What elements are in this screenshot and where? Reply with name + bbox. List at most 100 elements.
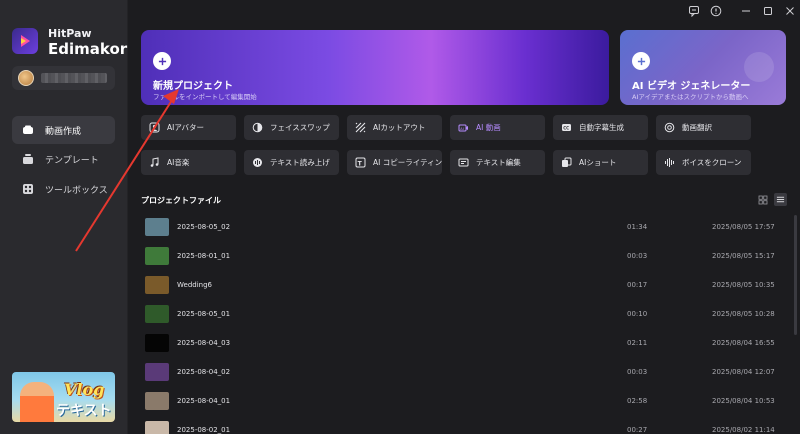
- tool-label: AIカットアウト: [373, 123, 426, 132]
- plus-icon: [632, 52, 650, 70]
- ai-video-icon: AI: [458, 124, 468, 132]
- new-project-title: 新規プロジェクト: [153, 81, 233, 92]
- table-row[interactable]: 2025-08-04_03 02:11 2025/08/04 16:55: [141, 331, 791, 355]
- ai-video-generator-card[interactable]: AI ビデオ ジェネレーター AIアイデアまたはスクリプトから動画へ: [620, 30, 786, 105]
- project-duration: 00:27: [627, 426, 648, 434]
- tool-label: AIショート: [579, 158, 617, 167]
- project-files-heading: プロジェクトファイル: [141, 196, 221, 205]
- project-duration: 00:03: [627, 252, 648, 260]
- svg-text:CC: CC: [563, 125, 569, 130]
- project-thumbnail: [145, 363, 169, 381]
- sidebar: HitPaw Edimakor 動画作成 テンプレート ツールボックス Vlog…: [0, 0, 128, 434]
- brand-name-main: Edimakor: [48, 40, 128, 58]
- project-thumbnail: [145, 305, 169, 323]
- new-project-subtitle: ファイルをインポートして編集開始: [153, 93, 257, 101]
- close-icon[interactable]: [784, 5, 796, 17]
- tool-video-translate[interactable]: 動画翻訳: [656, 115, 751, 140]
- tool-label: ボイスをクローン: [682, 158, 742, 167]
- project-thumbnail: [145, 334, 169, 352]
- face-swap-icon: [252, 122, 263, 133]
- tool-ai-cutout[interactable]: AIカットアウト: [347, 115, 442, 140]
- tool-label: 動画翻訳: [682, 123, 712, 132]
- vlog-text-banner[interactable]: Vlog テキスト: [12, 372, 115, 422]
- tool-text-to-speech[interactable]: テキスト読み上げ: [244, 150, 339, 175]
- svg-text:T: T: [358, 160, 363, 167]
- shorts-icon: [562, 157, 572, 167]
- tts-icon: [253, 158, 262, 167]
- sidebar-item-label: 動画作成: [45, 126, 82, 137]
- project-duration: 00:17: [627, 281, 648, 289]
- toolbox-icon: [23, 184, 33, 194]
- new-project-card[interactable]: 新規プロジェクト ファイルをインポートして編集開始: [141, 30, 609, 105]
- project-duration: 02:58: [627, 397, 648, 405]
- tool-ai-music[interactable]: AI音楽: [141, 150, 236, 175]
- cc-icon: CC: [562, 124, 571, 131]
- list-view-button[interactable]: [774, 193, 787, 206]
- sidebar-item-toolbox[interactable]: ツールボックス: [12, 175, 115, 203]
- feedback-icon[interactable]: [688, 5, 700, 17]
- banner-person-image: [20, 382, 54, 422]
- project-modified-date: 2025/08/05 10:35: [712, 281, 775, 289]
- project-name: Wedding6: [177, 281, 212, 289]
- tool-label: フェイススワップ: [270, 123, 330, 132]
- project-modified-date: 2025/08/05 10:28: [712, 310, 775, 318]
- tool-auto-subtitle[interactable]: CC 自動字幕生成: [553, 115, 648, 140]
- cutout-icon: [355, 122, 366, 133]
- tool-text-edit[interactable]: テキスト編集: [450, 150, 545, 175]
- table-row[interactable]: 2025-08-05_01 00:10 2025/08/05 10:28: [141, 302, 791, 326]
- project-duration: 00:10: [627, 310, 648, 318]
- grid-view-icon[interactable]: [758, 195, 768, 205]
- info-icon[interactable]: [710, 5, 722, 17]
- banner-title: Vlog: [64, 380, 105, 399]
- music-icon: [150, 157, 159, 167]
- project-name: 2025-08-01_01: [177, 252, 231, 260]
- svg-text:AI: AI: [460, 127, 463, 131]
- project-duration: 01:34: [627, 223, 648, 231]
- tool-label: AIアバター: [167, 123, 205, 132]
- minimize-icon[interactable]: [740, 5, 752, 17]
- tool-voice-clone[interactable]: ボイスをクローン: [656, 150, 751, 175]
- project-modified-date: 2025/08/04 10:53: [712, 397, 775, 405]
- tool-label: 自動字幕生成: [579, 123, 624, 132]
- tool-label: テキスト読み上げ: [270, 158, 330, 167]
- project-modified-date: 2025/08/04 16:55: [712, 339, 775, 347]
- table-row[interactable]: 2025-08-02_01 00:27 2025/08/02 11:14: [141, 418, 791, 434]
- tool-label: テキスト編集: [476, 158, 521, 167]
- play-logo-icon: [21, 35, 30, 47]
- username-redacted: [41, 73, 107, 83]
- project-name: 2025-08-04_01: [177, 397, 231, 405]
- sidebar-item-template[interactable]: テンプレート: [12, 145, 115, 173]
- tool-ai-copywriting[interactable]: T AI コピーライティング: [347, 150, 442, 175]
- project-name: 2025-08-02_01: [177, 426, 231, 434]
- project-duration: 00:03: [627, 368, 648, 376]
- project-modified-date: 2025/08/05 15:17: [712, 252, 775, 260]
- ai-video-subtitle: AIアイデアまたはスクリプトから動画へ: [632, 93, 749, 101]
- sidebar-item-video-create[interactable]: 動画作成: [12, 116, 115, 144]
- template-icon: [23, 154, 33, 164]
- project-name: 2025-08-04_02: [177, 368, 231, 376]
- table-row[interactable]: 2025-08-04_01 02:58 2025/08/04 10:53: [141, 389, 791, 413]
- table-row[interactable]: 2025-08-05_02 01:34 2025/08/05 17:57: [141, 215, 791, 239]
- project-thumbnail: [145, 421, 169, 434]
- account-button[interactable]: [12, 66, 115, 90]
- tool-ai-avatar[interactable]: AIアバター: [141, 115, 236, 140]
- ai-video-title: AI ビデオ ジェネレーター: [632, 81, 751, 92]
- project-name: 2025-08-05_01: [177, 310, 231, 318]
- tool-ai-shorts[interactable]: AIショート: [553, 150, 648, 175]
- tool-label: AI コピーライティング: [373, 158, 442, 167]
- tool-label: AI音楽: [167, 158, 190, 167]
- sidebar-item-label: テンプレート: [45, 155, 99, 166]
- avatar: [18, 70, 34, 86]
- project-thumbnail: [145, 218, 169, 236]
- tool-face-swap[interactable]: フェイススワップ: [244, 115, 339, 140]
- project-name: 2025-08-04_03: [177, 339, 231, 347]
- tool-ai-video[interactable]: AI AI 動画: [450, 115, 545, 140]
- table-row[interactable]: 2025-08-01_01 00:03 2025/08/05 15:17: [141, 244, 791, 268]
- project-name: 2025-08-05_02: [177, 223, 231, 231]
- scrollbar[interactable]: [794, 215, 797, 335]
- banner-subtitle: テキスト: [56, 403, 112, 419]
- project-duration: 02:11: [627, 339, 648, 347]
- table-row[interactable]: 2025-08-04_02 00:03 2025/08/04 12:07: [141, 360, 791, 384]
- maximize-icon[interactable]: [762, 5, 774, 17]
- table-row[interactable]: Wedding6 00:17 2025/08/05 10:35: [141, 273, 791, 297]
